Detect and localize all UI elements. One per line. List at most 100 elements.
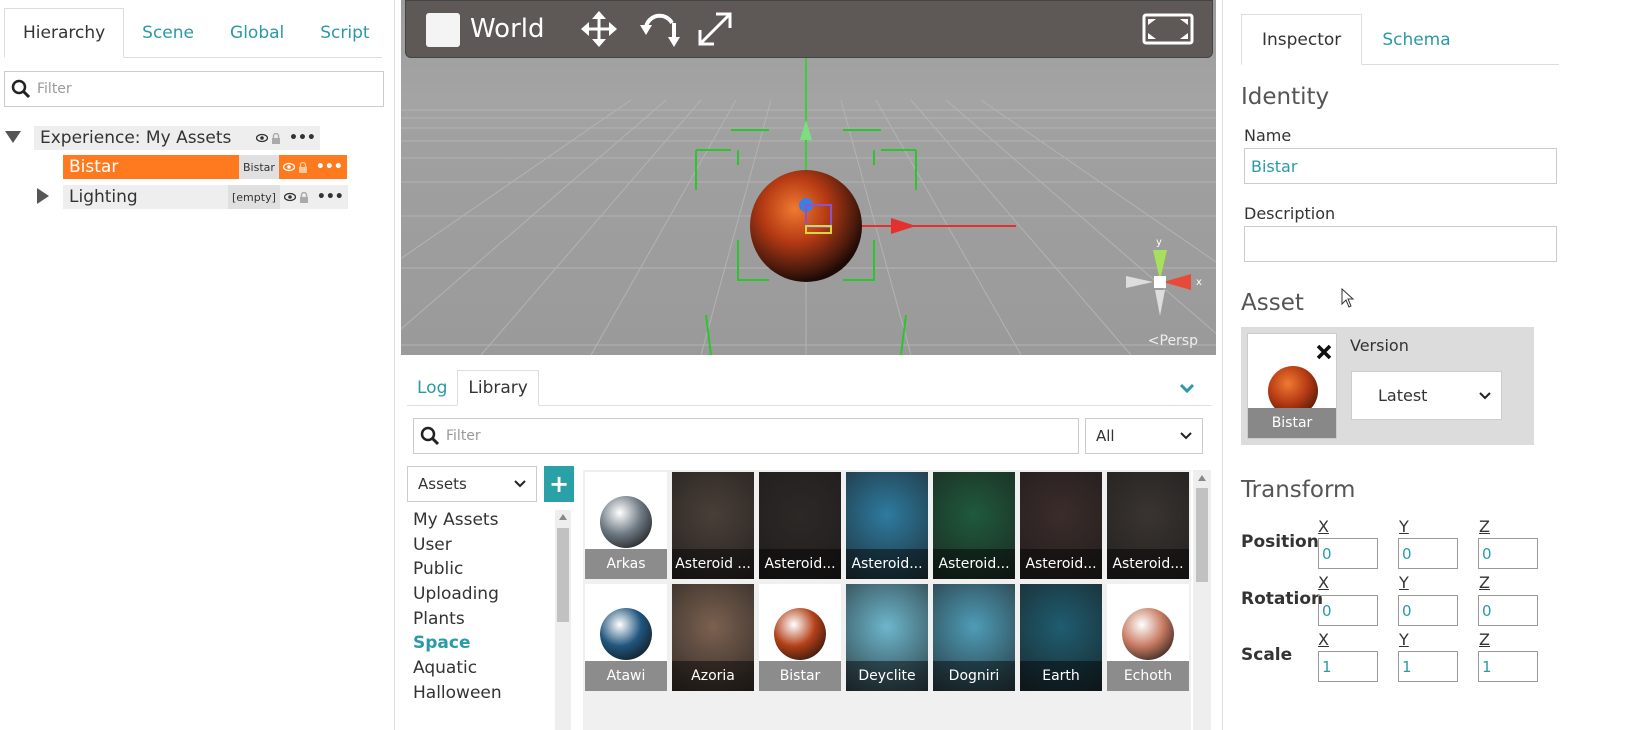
close-icon[interactable]	[1316, 344, 1332, 360]
rotate-tool-icon[interactable]	[638, 9, 682, 49]
asset-tile-label: Dogniri	[933, 661, 1015, 691]
name-input[interactable]: Bistar	[1244, 148, 1557, 184]
scale-z-input[interactable]: 1	[1478, 651, 1538, 682]
library-filter-input[interactable]: Filter	[413, 418, 1079, 454]
category-item[interactable]: Uploading	[407, 582, 553, 607]
category-item[interactable]: Aquatic	[407, 656, 553, 681]
scale-tool-icon[interactable]	[696, 10, 734, 48]
asset-thumbnail-label: Bistar	[1248, 408, 1336, 438]
tab-scene[interactable]: Scene	[124, 8, 212, 58]
asset-tile-label: Azoria	[672, 661, 754, 691]
lock-icon[interactable]	[271, 132, 281, 144]
asset-tile[interactable]: Azoria	[672, 584, 754, 691]
asset-grid-scrollbar[interactable]	[1193, 470, 1211, 730]
visibility-lock-icons[interactable]	[252, 126, 285, 150]
tab-inspector[interactable]: Inspector	[1241, 14, 1363, 65]
tree-item-bistar[interactable]: Bistar Bistar •••	[63, 155, 347, 179]
asset-tile[interactable]: Echoth	[1107, 584, 1189, 691]
version-select[interactable]: Latest	[1351, 371, 1502, 420]
add-asset-button[interactable]: +	[544, 466, 574, 502]
asset-tile[interactable]: Atawi	[585, 584, 667, 691]
tree-item-badge: Bistar	[239, 155, 279, 179]
asset-tile[interactable]: Earth	[1020, 584, 1102, 691]
category-item[interactable]: Halloween	[407, 681, 553, 706]
visibility-lock-icons[interactable]	[279, 185, 313, 209]
description-input[interactable]	[1244, 226, 1557, 262]
position-x-input[interactable]: 0	[1318, 538, 1378, 569]
asset-tile[interactable]: Asteroid...	[846, 472, 928, 579]
more-options-icon[interactable]: •••	[285, 126, 320, 150]
position-y-input[interactable]: 0	[1398, 538, 1458, 569]
version-label: Version	[1350, 336, 1409, 355]
eye-icon[interactable]	[282, 162, 295, 172]
type-select[interactable]: All	[1085, 418, 1203, 454]
tree-item-lighting[interactable]: Lighting [empty] •••	[63, 185, 348, 209]
expand-triangle-icon[interactable]	[36, 187, 50, 205]
asset-tile[interactable]: Asteroid...	[933, 472, 1015, 579]
eye-icon[interactable]	[256, 133, 268, 143]
axis-z-label: Z	[1479, 517, 1490, 536]
collapse-triangle-icon[interactable]	[4, 130, 22, 144]
world-checkbox[interactable]	[426, 13, 460, 47]
lock-icon[interactable]	[299, 191, 309, 203]
asset-tile[interactable]: Arkas	[585, 472, 667, 579]
rotation-z-input[interactable]: 0	[1478, 595, 1538, 626]
tab-log[interactable]: Log	[407, 370, 457, 406]
axis-y-label: Y	[1399, 517, 1409, 536]
asset-tile[interactable]: Dogniri	[933, 584, 1015, 691]
tab-library[interactable]: Library	[457, 370, 539, 406]
tree-item-experience[interactable]: Experience: My Assets •••	[34, 126, 320, 150]
eye-icon[interactable]	[283, 192, 296, 202]
lock-icon[interactable]	[298, 161, 308, 173]
rotation-y-input[interactable]: 0	[1398, 595, 1458, 626]
scene-viewport[interactable]: x y World <Persp	[401, 0, 1216, 355]
asset-tile-label: Earth	[1020, 661, 1102, 691]
orientation-gizmo: x y	[1126, 237, 1202, 316]
asset-title: Asset	[1241, 290, 1304, 316]
asset-tile[interactable]: Asteroid...	[1107, 472, 1189, 579]
category-item[interactable]: Public	[407, 557, 553, 582]
asset-tile[interactable]: Asteroid...	[759, 472, 841, 579]
fullscreen-icon[interactable]	[1142, 13, 1194, 45]
asset-tile-label: Asteroid...	[1107, 549, 1189, 579]
chevron-down-icon	[514, 480, 526, 488]
category-item[interactable]: My Assets	[407, 508, 553, 533]
axis-z-label: Z	[1479, 630, 1490, 649]
scale-x-input[interactable]: 1	[1318, 651, 1378, 682]
version-select-value: Latest	[1378, 386, 1428, 405]
rotation-label: Rotation	[1241, 589, 1324, 609]
more-options-icon[interactable]: •••	[311, 155, 347, 179]
asset-tile[interactable]: Asteroid...	[1020, 472, 1102, 579]
category-scrollbar[interactable]	[555, 510, 571, 730]
library-panel: Log Library Filter All Assets + My Asset…	[401, 362, 1216, 730]
visibility-lock-icons[interactable]	[278, 155, 312, 179]
transform-title: Transform	[1241, 477, 1356, 503]
more-options-icon[interactable]: •••	[312, 185, 348, 209]
type-select-value: All	[1096, 427, 1115, 445]
hierarchy-filter-input[interactable]: Filter	[4, 71, 384, 107]
asset-tile-label: Atawi	[585, 661, 667, 691]
scale-y-input[interactable]: 1	[1398, 651, 1458, 682]
svg-text:x: x	[1196, 277, 1202, 288]
asset-tile[interactable]: Deyclite	[846, 584, 928, 691]
asset-sphere	[600, 496, 652, 548]
move-tool-icon[interactable]	[580, 10, 618, 48]
source-select[interactable]: Assets	[407, 466, 537, 502]
position-z-input[interactable]: 0	[1478, 538, 1538, 569]
identity-title: Identity	[1241, 84, 1330, 110]
tab-global[interactable]: Global	[212, 8, 302, 58]
chevron-down-icon[interactable]	[1179, 382, 1195, 394]
asset-tile[interactable]: Bistar	[759, 584, 841, 691]
viewport-toolbar: World	[405, 0, 1213, 58]
category-item[interactable]: Plants	[407, 607, 553, 632]
persp-label[interactable]: <Persp	[1148, 333, 1198, 349]
rotation-x-input[interactable]: 0	[1318, 595, 1378, 626]
category-item[interactable]: User	[407, 533, 553, 558]
asset-sphere	[600, 608, 652, 660]
asset-tile[interactable]: Asteroid ...	[672, 472, 754, 579]
name-label: Name	[1244, 126, 1292, 145]
tab-schema[interactable]: Schema	[1362, 14, 1470, 65]
category-item-active[interactable]: Space	[407, 631, 553, 656]
tab-script[interactable]: Script	[302, 8, 387, 58]
tab-hierarchy[interactable]: Hierarchy	[4, 8, 125, 58]
